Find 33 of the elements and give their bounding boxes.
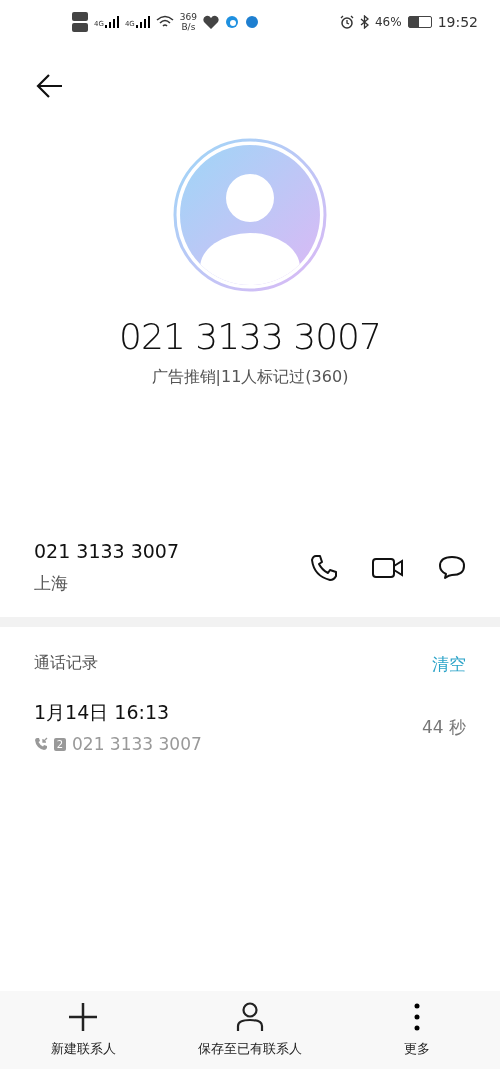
spam-tag-text: 广告推销|11人标记过(360) [150, 367, 350, 388]
phone-icon[interactable] [310, 553, 338, 582]
back-arrow-icon[interactable] [36, 72, 64, 100]
plus-icon [68, 1002, 99, 1032]
action-button[interactable]: 更多 [341, 1002, 492, 1058]
heart-icon [202, 15, 219, 29]
location-text: 上海 [34, 572, 69, 595]
more-icon [412, 1002, 421, 1032]
call-date: 1月14日 16:13 [34, 700, 171, 725]
phone-number-title: 021 3133 3007 [118, 316, 382, 357]
person-icon [236, 1002, 264, 1032]
alarm-icon [339, 15, 354, 29]
wifi-icon [155, 15, 174, 29]
signal-icon [135, 16, 150, 28]
net-unit: B/s [181, 22, 196, 32]
avatar-icon [173, 138, 327, 292]
bluetooth-icon [359, 15, 369, 29]
phone-number: 021 3133 3007 [34, 540, 180, 562]
battery-percent: 46% [374, 15, 402, 29]
call-number: 021 3133 3007 [72, 734, 202, 754]
sim-badge: 2 [54, 737, 66, 751]
net-speed: 369 [179, 12, 197, 22]
message-icon[interactable] [438, 553, 466, 582]
section-title: 通话记录 [34, 653, 98, 674]
video-call-icon[interactable] [372, 556, 404, 579]
action-button[interactable]: 保存至已有联系人 [175, 1002, 325, 1058]
clock-time: 19:52 [437, 14, 478, 30]
signal-icon [104, 16, 119, 28]
app-icon [224, 15, 239, 29]
incoming-call-icon [34, 737, 48, 751]
call-duration: 44 秒 [421, 715, 466, 739]
battery-icon [407, 16, 432, 28]
action-button[interactable]: 新建联系人 [8, 1002, 159, 1058]
